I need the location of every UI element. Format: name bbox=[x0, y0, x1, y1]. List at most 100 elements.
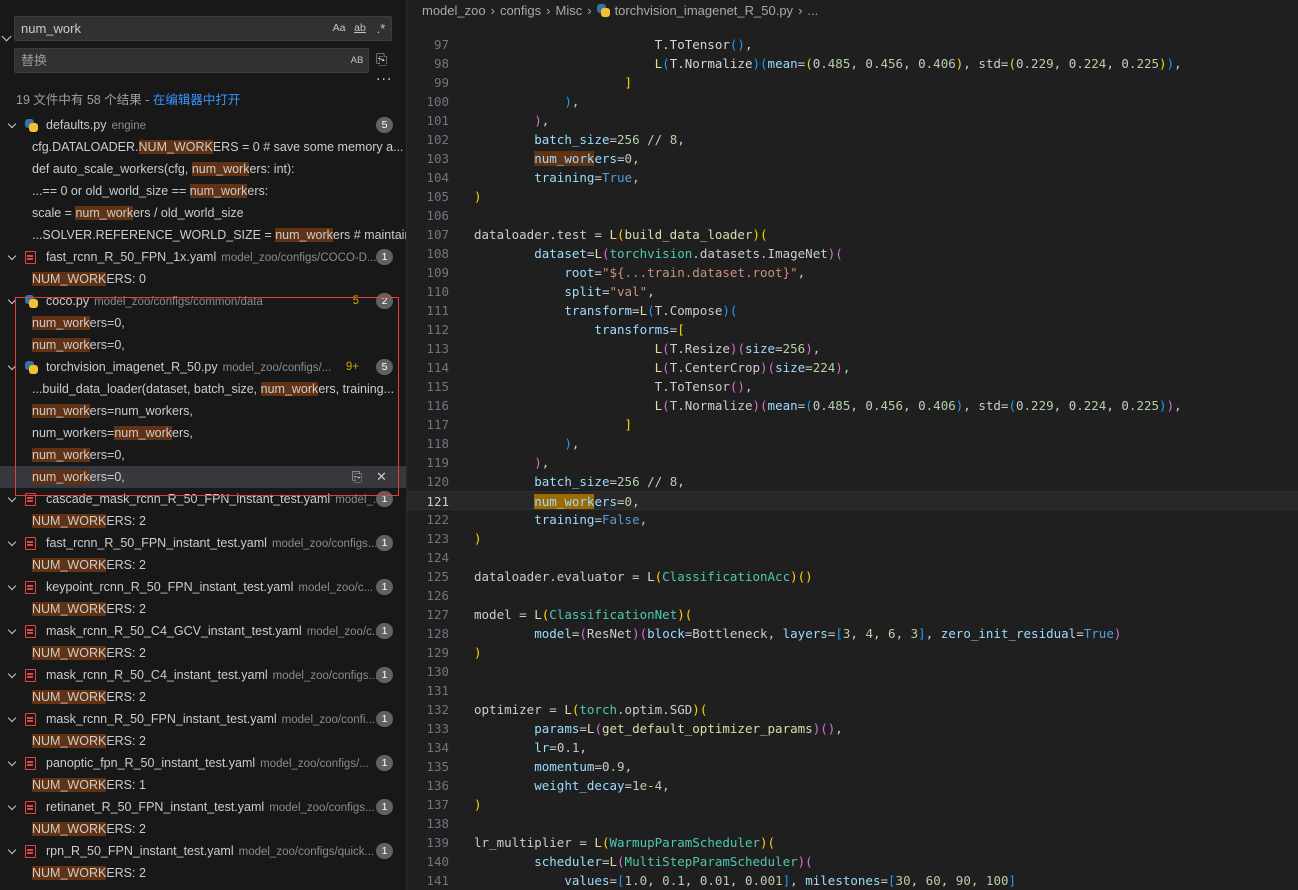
search-match-row[interactable]: num_workers=0, ⎘ ✕ bbox=[0, 466, 406, 488]
code-line[interactable]: 114 L(T.CenterCrop)(size=224), bbox=[407, 358, 1298, 377]
code-line[interactable]: 134 lr=0.1, bbox=[407, 738, 1298, 757]
search-match-row[interactable]: NUM_WORKERS: 2 bbox=[0, 554, 406, 576]
code-line[interactable]: 117 ] bbox=[407, 415, 1298, 434]
search-match-row[interactable]: NUM_WORKERS: 2 bbox=[0, 510, 406, 532]
code-line[interactable]: 130 bbox=[407, 662, 1298, 681]
code-line[interactable]: 133 params=L(get_default_optimizer_param… bbox=[407, 719, 1298, 738]
code-line[interactable]: 110 split="val", bbox=[407, 282, 1298, 301]
code-line[interactable]: 124 bbox=[407, 548, 1298, 567]
result-file-row[interactable]: mask_rcnn_R_50_FPN_instant_test.yaml mode… bbox=[0, 708, 406, 730]
chevron-down-icon[interactable] bbox=[7, 801, 17, 811]
search-match-row[interactable]: ...build_data_loader(dataset, batch_size… bbox=[0, 378, 406, 400]
search-match-row[interactable]: NUM_WORKERS: 2 bbox=[0, 598, 406, 620]
result-file-row[interactable]: coco.py model_zoo/configs/common/data 5 2 bbox=[0, 290, 406, 312]
search-match-row[interactable]: num_workers=0, bbox=[0, 312, 406, 334]
chevron-down-icon[interactable] bbox=[7, 493, 17, 503]
breadcrumb-item[interactable]: Misc bbox=[556, 0, 583, 22]
code-line[interactable]: 112 transforms=[ bbox=[407, 320, 1298, 339]
code-line[interactable]: 138 bbox=[407, 814, 1298, 833]
search-match-row[interactable]: NUM_WORKERS: 2 bbox=[0, 686, 406, 708]
code-editor[interactable]: model_zoo › configs › Misc › torchvision_image… bbox=[407, 0, 1298, 890]
code-line[interactable]: 121 num_workers=0, bbox=[407, 491, 1298, 510]
search-match-row[interactable]: ...== 0 or old_world_size == num_workers… bbox=[0, 180, 406, 202]
code-line[interactable]: 129) bbox=[407, 643, 1298, 662]
code-line[interactable]: 127 model = L(ClassificationNet)( bbox=[407, 605, 1298, 624]
result-file-row[interactable]: mask_rcnn_R_50_C4_instant_test.yaml model… bbox=[0, 664, 406, 686]
chevron-down-icon[interactable] bbox=[7, 119, 17, 129]
search-match-row[interactable]: NUM_WORKERS: 2 bbox=[0, 862, 406, 884]
search-match-row[interactable]: ...SOLVER.REFERENCE_WORLD_SIZE = num_wor… bbox=[0, 224, 406, 246]
code-line[interactable]: 126 bbox=[407, 586, 1298, 605]
search-match-row[interactable]: scale = num_workers / old_world_size bbox=[0, 202, 406, 224]
result-file-row[interactable]: retinanet_R_50_FPN_instant_test.yaml mode… bbox=[0, 796, 406, 818]
result-file-row[interactable]: torchvision_imagenet_R_50.py model_zoo/co… bbox=[0, 356, 406, 378]
code-line[interactable]: 128 model=(ResNet)(block=Bottleneck, lay… bbox=[407, 624, 1298, 643]
toggle-replace-chevron-icon[interactable] bbox=[1, 31, 12, 42]
search-match-row[interactable]: NUM_WORKERS: 2 bbox=[0, 642, 406, 664]
code-line[interactable]: 113 L(T.Resize)(size=256), bbox=[407, 339, 1298, 358]
result-file-row[interactable]: keypoint_rcnn_R_50_FPN_instant_test.yaml… bbox=[0, 576, 406, 598]
code-line[interactable]: 100 ), bbox=[407, 92, 1298, 111]
chevron-down-icon[interactable] bbox=[7, 713, 17, 723]
search-match-row[interactable]: num_workers=num_workers, bbox=[0, 422, 406, 444]
code-line[interactable]: 115 T.ToTensor(), bbox=[407, 377, 1298, 396]
chevron-down-icon[interactable] bbox=[7, 537, 17, 547]
code-line[interactable]: 108 dataset=L(torchvision.datasets.Image… bbox=[407, 244, 1298, 263]
result-file-row[interactable]: fast_rcnn_R_50_FPN_instant_test.yaml mode… bbox=[0, 532, 406, 554]
code-line[interactable]: 97 T.ToTensor(), bbox=[407, 35, 1298, 54]
search-match-row[interactable]: NUM_WORKERS: 2 bbox=[0, 818, 406, 840]
more-options-icon[interactable]: ··· bbox=[376, 72, 392, 88]
code-line[interactable]: 111 transform=L(T.Compose)( bbox=[407, 301, 1298, 320]
code-line[interactable]: 116 L(T.Normalize)(mean=(0.485, 0.456, 0… bbox=[407, 396, 1298, 415]
search-match-row[interactable]: NUM_WORKERS: 2 bbox=[0, 730, 406, 752]
code-line[interactable]: 119 ), bbox=[407, 453, 1298, 472]
code-line[interactable]: 98 L(T.Normalize)(mean=(0.485, 0.456, 0.… bbox=[407, 54, 1298, 73]
dismiss-match-icon[interactable]: ✕ bbox=[376, 466, 387, 488]
result-file-row[interactable]: cascade_mask_rcnn_R_50_FPN_instant_test.… bbox=[0, 488, 406, 510]
search-match-row[interactable]: num_workers=num_workers, bbox=[0, 400, 406, 422]
code-line[interactable]: 137) bbox=[407, 795, 1298, 814]
code-line[interactable]: 107 dataloader.test = L(build_data_loader… bbox=[407, 225, 1298, 244]
breadcrumb-item[interactable]: ... bbox=[807, 0, 818, 22]
code-line[interactable]: 104 training=True, bbox=[407, 168, 1298, 187]
code-line[interactable]: 106 bbox=[407, 206, 1298, 225]
code-line[interactable]: 123) bbox=[407, 529, 1298, 548]
chevron-down-icon[interactable] bbox=[7, 361, 17, 371]
code-line[interactable]: 125 dataloader.evaluator = L(Classificati… bbox=[407, 567, 1298, 586]
code-line[interactable]: 101 ), bbox=[407, 111, 1298, 130]
search-match-row[interactable]: NUM_WORKERS: 0 bbox=[0, 268, 406, 290]
chevron-down-icon[interactable] bbox=[7, 757, 17, 767]
breadcrumb-item[interactable]: torchvision_imagenet_R_50.py bbox=[596, 0, 793, 22]
chevron-down-icon[interactable] bbox=[7, 581, 17, 591]
result-file-row[interactable]: defaults.py engine 5 bbox=[0, 114, 406, 136]
code-line[interactable]: 103 num_workers=0, bbox=[407, 149, 1298, 168]
match-case-button[interactable]: Aa bbox=[331, 20, 347, 37]
code-line[interactable]: 136 weight_decay=1e-4, bbox=[407, 776, 1298, 795]
code-area[interactable]: 97 T.ToTensor(), 98 L(T.Normalize)(mean=(… bbox=[407, 35, 1298, 890]
result-file-row[interactable]: mask_rcnn_R_50_C4_GCV_instant_test.yaml m… bbox=[0, 620, 406, 642]
code-line[interactable]: 102 batch_size=256 // 8, bbox=[407, 130, 1298, 149]
preserve-case-button[interactable]: AB bbox=[348, 52, 366, 69]
search-match-row[interactable]: num_workers=0, bbox=[0, 334, 406, 356]
result-file-row[interactable]: rpn_R_50_FPN_instant_test.yaml model_zoo/… bbox=[0, 840, 406, 862]
replace-input[interactable] bbox=[21, 49, 321, 72]
code-line[interactable]: 141 values=[1.0, 0.1, 0.01, 0.001], mile… bbox=[407, 871, 1298, 890]
code-line[interactable]: 122 training=False, bbox=[407, 510, 1298, 529]
search-match-row[interactable]: def auto_scale_workers(cfg, num_workers:… bbox=[0, 158, 406, 180]
open-in-editor-link[interactable]: 在编辑器中打开 bbox=[153, 93, 241, 107]
breadcrumb-item[interactable]: configs bbox=[500, 0, 541, 22]
breadcrumb-item[interactable]: model_zoo bbox=[422, 0, 486, 22]
code-line[interactable]: 118 ), bbox=[407, 434, 1298, 453]
code-line[interactable]: 132 optimizer = L(torch.optim.SGD)( bbox=[407, 700, 1298, 719]
replace-all-icon[interactable]: ⎘ bbox=[376, 52, 387, 68]
code-line[interactable]: 109 root="${...train.dataset.root}", bbox=[407, 263, 1298, 282]
code-line[interactable]: 99 ] bbox=[407, 73, 1298, 92]
search-match-row[interactable]: num_workers=0, bbox=[0, 444, 406, 466]
replace-match-icon[interactable]: ⎘ bbox=[352, 466, 362, 488]
chevron-down-icon[interactable] bbox=[7, 845, 17, 855]
regex-button[interactable]: .* bbox=[373, 20, 389, 37]
code-line[interactable]: 135 momentum=0.9, bbox=[407, 757, 1298, 776]
search-input[interactable] bbox=[21, 17, 321, 40]
search-match-row[interactable]: NUM_WORKERS: 1 bbox=[0, 774, 406, 796]
chevron-down-icon[interactable] bbox=[7, 251, 17, 261]
